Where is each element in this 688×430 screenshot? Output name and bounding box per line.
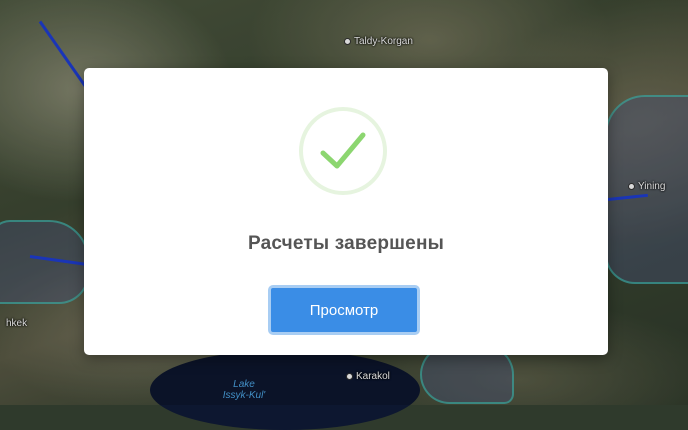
- checkmark-icon: [320, 132, 366, 169]
- view-button[interactable]: Просмотр: [268, 285, 420, 335]
- completion-dialog: Расчеты завершены Просмотр: [84, 68, 608, 355]
- success-circle: [299, 107, 387, 195]
- dialog-title: Расчеты завершены: [247, 233, 445, 254]
